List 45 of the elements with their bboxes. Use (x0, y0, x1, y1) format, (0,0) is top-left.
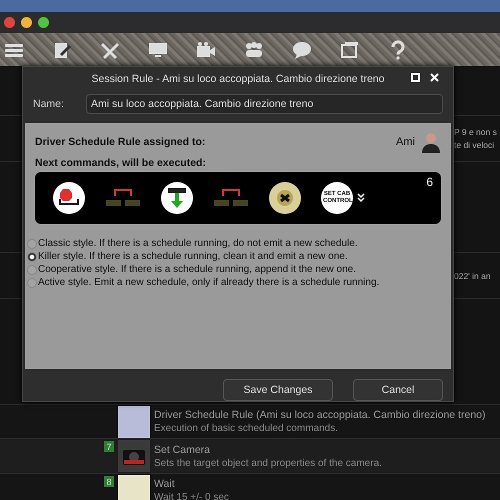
assignee-name: Ami (396, 136, 415, 148)
dialog-title: Session Rule - Ami su loco accoppiata. Cambio direzione treno (92, 73, 384, 85)
assigned-label: Driver Schedule Rule assigned to: (35, 136, 206, 148)
windows-icon[interactable] (340, 40, 360, 60)
name-label: Name: (33, 98, 64, 110)
style-option[interactable]: Active style. Emit a new schedule, only if already there is a schedule running. (27, 277, 441, 288)
step-number: 8 (104, 476, 114, 487)
name-field[interactable]: Ami su loco accoppiata. Cambio direzione treno (86, 94, 443, 114)
avatar-icon (421, 131, 441, 153)
style-option[interactable]: Classic style. If there is a schedule running, do not emit a new schedule. (27, 238, 441, 249)
people-icon[interactable] (244, 40, 264, 60)
save-button[interactable]: Save Changes (223, 379, 333, 401)
list-text: 022' in an (454, 270, 492, 280)
step-description: Execution of basic scheduled commands. (154, 423, 339, 434)
brass-knob-icon (269, 182, 301, 214)
command-count: 6 (426, 175, 433, 189)
style-option[interactable]: Killer style. If there is a schedule running, clean it and emit a new one. (27, 251, 441, 262)
close-window-button[interactable] (4, 17, 15, 28)
next-commands-label: Next commands, will be executed: (35, 157, 207, 169)
wait-thumbnail (118, 474, 150, 500)
chat-icon[interactable] (292, 40, 312, 60)
close-icon[interactable] (430, 73, 439, 82)
list-text: P 9 e non s (454, 127, 498, 137)
stop-sign-icon (53, 182, 85, 214)
minimize-window-button[interactable] (21, 17, 32, 28)
cancel-button[interactable]: Cancel (353, 379, 443, 401)
step-title[interactable]: Set Camera (154, 444, 382, 456)
camera-icon[interactable] (196, 40, 216, 60)
coupling-icon (105, 188, 141, 208)
radio-button[interactable] (27, 264, 37, 274)
radio-button[interactable] (27, 278, 37, 288)
radio-button[interactable] (27, 238, 37, 248)
step-description: Sets the target object and properties of the camera. (154, 458, 382, 468)
style-option[interactable]: Cooperative style. If there is a schedule running, append it the new one. (27, 264, 441, 275)
step-number: 7 (104, 441, 114, 452)
radio-button[interactable] (27, 252, 37, 262)
step-title[interactable]: Driver Schedule Rule (Ami su loco accoppiata. Cambio direzione treno) (154, 409, 486, 421)
schedule-rule-thumbnail (118, 406, 150, 438)
maximize-icon[interactable] (411, 73, 420, 82)
list-text: te di veloci (454, 140, 496, 150)
coupling-icon (213, 188, 249, 208)
step-description: Wait 15 +/- 0 sec (154, 492, 229, 500)
zoom-window-button[interactable] (38, 17, 49, 28)
step-title[interactable]: Wait (154, 478, 229, 490)
expand-chevron-icon[interactable] (357, 193, 365, 203)
